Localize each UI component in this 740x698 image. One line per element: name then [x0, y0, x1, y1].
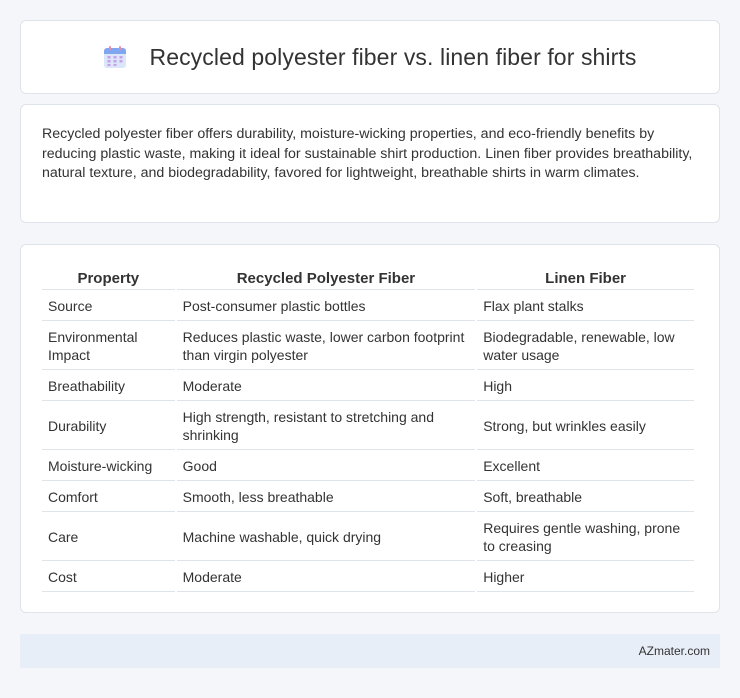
table-row: Breathability Moderate High	[42, 370, 694, 401]
table-row: Moisture-wicking Good Excellent	[42, 450, 694, 481]
cell-polyester: Moderate	[176, 561, 476, 592]
title-card: Recycled polyester fiber vs. linen fiber…	[20, 20, 720, 94]
header-linen: Linen Fiber	[477, 266, 694, 290]
cell-polyester: Reduces plastic waste, lower carbon foot…	[176, 321, 476, 370]
cell-linen: Excellent	[477, 450, 694, 481]
cell-property: Breathability	[42, 370, 175, 401]
cell-linen: Strong, but wrinkles easily	[477, 401, 694, 450]
cell-polyester: Good	[176, 450, 476, 481]
table-row: Durability High strength, resistant to s…	[42, 401, 694, 450]
table-row: Care Machine washable, quick drying Requ…	[42, 512, 694, 561]
footer-site-link[interactable]: AZmater.com	[639, 644, 710, 658]
cell-property: Care	[42, 512, 175, 561]
cell-polyester: Moderate	[176, 370, 476, 401]
cell-linen: Biodegradable, renewable, low water usag…	[477, 321, 694, 370]
cell-polyester: Post-consumer plastic bottles	[176, 290, 476, 321]
table-header-row: Property Recycled Polyester Fiber Linen …	[42, 266, 694, 290]
cell-polyester: High strength, resistant to stretching a…	[176, 401, 476, 450]
cell-property: Environmental Impact	[42, 321, 175, 370]
cell-linen: High	[477, 370, 694, 401]
cell-polyester: Smooth, less breathable	[176, 481, 476, 512]
cell-polyester: Machine washable, quick drying	[176, 512, 476, 561]
calendar-icon	[104, 46, 127, 68]
cell-linen: Requires gentle washing, prone to creasi…	[477, 512, 694, 561]
cell-property: Comfort	[42, 481, 175, 512]
page-title: Recycled polyester fiber vs. linen fiber…	[149, 43, 637, 70]
cell-linen: Soft, breathable	[477, 481, 694, 512]
table-card: Property Recycled Polyester Fiber Linen …	[20, 244, 720, 613]
cell-linen: Higher	[477, 561, 694, 592]
table-row: Cost Moderate Higher	[42, 561, 694, 592]
cell-linen: Flax plant stalks	[477, 290, 694, 321]
cell-property: Source	[42, 290, 175, 321]
table-row: Environmental Impact Reduces plastic was…	[42, 321, 694, 370]
footer: AZmater.com	[20, 634, 720, 668]
summary-text: Recycled polyester fiber offers durabili…	[42, 126, 693, 182]
comparison-table: Property Recycled Polyester Fiber Linen …	[40, 266, 696, 592]
cell-property: Moisture-wicking	[42, 450, 175, 481]
header-recycled-polyester: Recycled Polyester Fiber	[176, 266, 476, 290]
header-property: Property	[42, 266, 175, 290]
cell-property: Cost	[42, 561, 175, 592]
title-wrap: Recycled polyester fiber vs. linen fiber…	[103, 44, 636, 71]
table-row: Comfort Smooth, less breathable Soft, br…	[42, 481, 694, 512]
summary-card: Recycled polyester fiber offers durabili…	[20, 104, 720, 223]
table-row: Source Post-consumer plastic bottles Fla…	[42, 290, 694, 321]
cell-property: Durability	[42, 401, 175, 450]
